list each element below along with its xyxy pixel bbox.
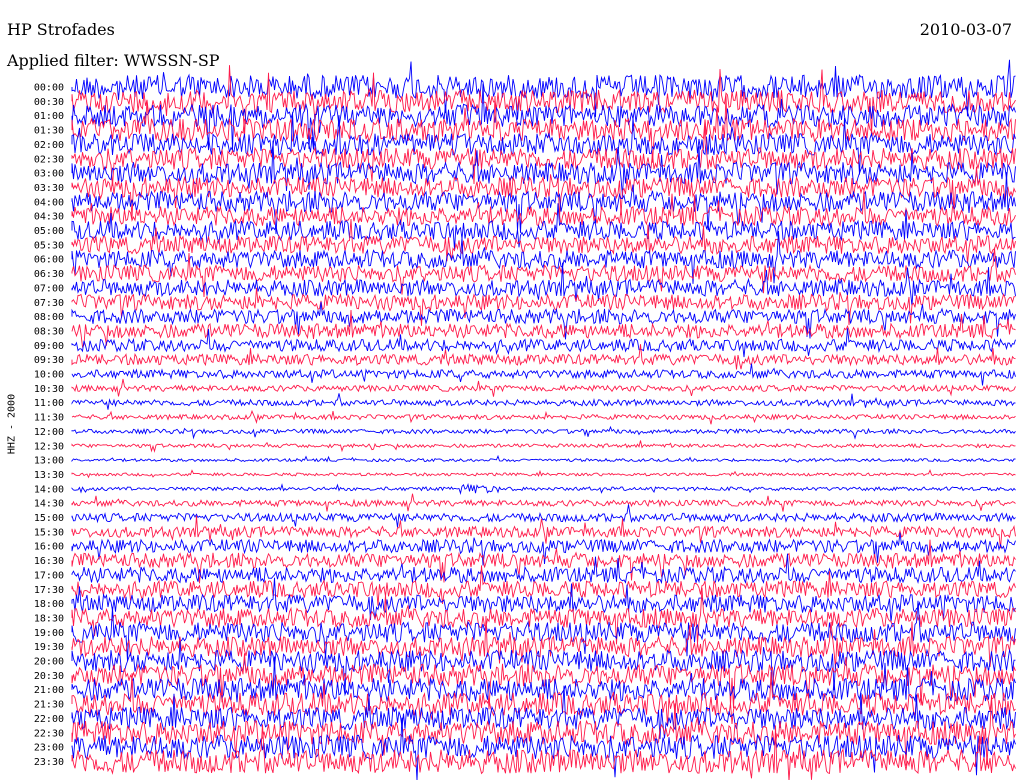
time-tick-label: 17:30 <box>34 585 64 596</box>
helicorder-plot: 00:00 00:30 01:00 01:30 02:00 02:30 03:00 03:30… <box>34 59 1016 780</box>
trace-row-20 <box>71 363 1016 386</box>
time-tick-label: 06:00 <box>34 255 64 266</box>
trace-row-26 <box>71 454 1016 463</box>
time-tick-label: 07:30 <box>34 298 64 309</box>
time-tick-label: 00:30 <box>34 97 64 108</box>
time-tick-label: 01:30 <box>34 126 64 137</box>
time-tick-label: 13:00 <box>34 456 64 467</box>
time-tick-label: 20:00 <box>34 657 64 668</box>
time-tick-label: 18:30 <box>34 613 64 624</box>
trace-row-9 <box>71 190 1016 228</box>
time-tick-label: 00:00 <box>34 83 64 94</box>
time-tick-label: 19:00 <box>34 628 64 639</box>
trace-row-21 <box>71 378 1016 397</box>
trace-row-28 <box>71 482 1016 495</box>
helicorder-figure: HP Strofades 2010-03-07 Applied filter: … <box>0 0 1024 780</box>
time-tick-label: 15:30 <box>34 527 64 538</box>
time-tick-label: 11:00 <box>34 398 64 409</box>
time-tick-label: 02:00 <box>34 140 64 151</box>
time-tick-label: 03:30 <box>34 183 64 194</box>
time-tick-label: 14:00 <box>34 484 64 495</box>
time-tick-label: 16:00 <box>34 542 64 553</box>
time-tick-label: 10:00 <box>34 370 64 381</box>
time-tick-label: 13:30 <box>34 470 64 481</box>
time-tick-label: 20:30 <box>34 671 64 682</box>
trace-row-22 <box>71 393 1016 410</box>
time-tick-label: 05:00 <box>34 226 64 237</box>
time-tick-label: 21:00 <box>34 685 64 696</box>
time-tick-label: 22:30 <box>34 728 64 739</box>
time-tick-label: 07:00 <box>34 283 64 294</box>
time-tick-label: 11:30 <box>34 413 64 424</box>
time-tick-label: 18:00 <box>34 599 64 610</box>
time-tick-label: 01:00 <box>34 111 64 122</box>
trace-row-25 <box>71 440 1016 453</box>
time-tick-label: 08:00 <box>34 312 64 323</box>
time-tick-label: 03:00 <box>34 169 64 180</box>
time-tick-label: 02:30 <box>34 154 64 165</box>
time-tick-label: 06:30 <box>34 269 64 280</box>
time-tick-label: 23:00 <box>34 743 64 754</box>
time-tick-label: 08:30 <box>34 326 64 337</box>
trace-row-15 <box>71 287 1016 326</box>
time-tick-label: 17:00 <box>34 570 64 581</box>
time-tick-label: 09:30 <box>34 355 64 366</box>
time-tick-label: 14:30 <box>34 499 64 510</box>
time-tick-label: 21:30 <box>34 700 64 711</box>
trace-row-24 <box>71 425 1016 440</box>
time-tick-label: 12:30 <box>34 441 64 452</box>
time-tick-label: 05:30 <box>34 240 64 251</box>
time-tick-label: 09:00 <box>34 341 64 352</box>
time-tick-label: 12:00 <box>34 427 64 438</box>
trace-row-2 <box>71 83 1016 151</box>
trace-row-13 <box>71 247 1016 298</box>
time-tick-label: 19:30 <box>34 642 64 653</box>
trace-row-29 <box>71 493 1016 512</box>
time-tick-label: 10:30 <box>34 384 64 395</box>
trace-row-11 <box>71 218 1016 264</box>
trace-row-10 <box>71 203 1016 250</box>
time-tick-label: 04:00 <box>34 197 64 208</box>
time-tick-label: 23:30 <box>34 757 64 768</box>
trace-row-1 <box>71 65 1016 137</box>
time-tick-label: 22:00 <box>34 714 64 725</box>
trace-row-31 <box>71 515 1016 549</box>
trace-row-27 <box>71 469 1016 479</box>
trace-row-23 <box>71 409 1016 425</box>
time-tick-label: 15:00 <box>34 513 64 524</box>
time-tick-label: 16:30 <box>34 556 64 567</box>
trace-row-16 <box>71 301 1016 340</box>
trace-row-30 <box>71 504 1016 528</box>
time-tick-label: 04:30 <box>34 212 64 223</box>
